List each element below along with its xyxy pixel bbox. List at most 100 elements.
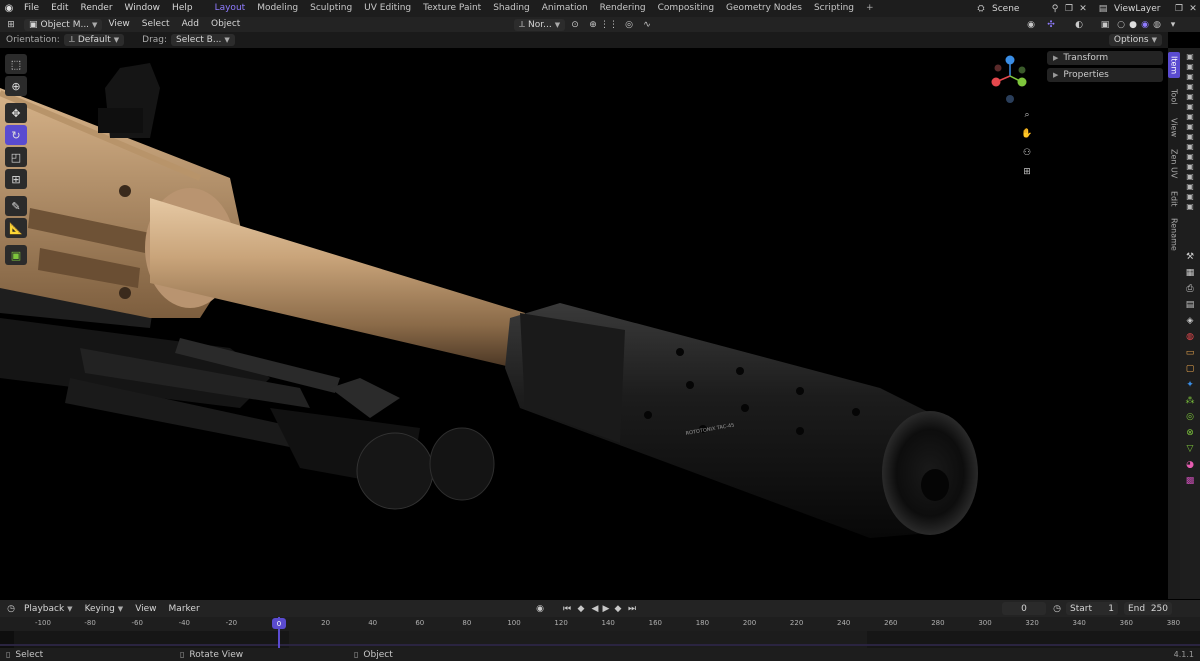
- menu-add[interactable]: Add: [176, 17, 205, 32]
- annotate-tool[interactable]: ✎: [5, 196, 27, 216]
- render-toggle-icon[interactable]: ▣: [1186, 72, 1194, 81]
- editor-type-icon[interactable]: ◷: [4, 602, 18, 616]
- gizmo-x-axis[interactable]: [991, 77, 1001, 87]
- snap-grid-icon[interactable]: ⋮⋮: [600, 18, 618, 32]
- render-toggle-icon[interactable]: ▣: [1186, 62, 1194, 71]
- jump-start-icon[interactable]: ⏮: [560, 602, 574, 616]
- menu-marker[interactable]: Marker: [163, 604, 206, 614]
- cursor-tool[interactable]: ⊕: [5, 76, 27, 96]
- navigation-gizmo[interactable]: [988, 54, 1032, 106]
- shading-render-icon[interactable]: ◍: [1150, 18, 1164, 32]
- pin-icon[interactable]: ⚲: [1048, 2, 1062, 16]
- menu-file[interactable]: File: [18, 0, 45, 17]
- shading-options-icon[interactable]: ▾: [1166, 18, 1180, 32]
- world-props-icon[interactable]: ◍: [1186, 332, 1194, 342]
- drag-dropdown[interactable]: Select B... ▼: [171, 34, 235, 46]
- menu-object[interactable]: Object: [205, 17, 246, 32]
- render-toggle-icon[interactable]: ▣: [1186, 112, 1194, 121]
- render-toggle-icon[interactable]: ▣: [1186, 202, 1194, 211]
- autokey-icon[interactable]: ◉: [533, 602, 547, 616]
- tab-item[interactable]: Item: [1168, 52, 1180, 78]
- render-toggle-icon[interactable]: ▣: [1186, 92, 1194, 101]
- tool-props-icon[interactable]: ⚒: [1186, 252, 1194, 262]
- snap-icon[interactable]: ⊕: [586, 18, 600, 32]
- render-toggle-icon[interactable]: ▣: [1186, 172, 1194, 181]
- menu-edit[interactable]: Edit: [45, 0, 74, 17]
- tab-animation[interactable]: Animation: [536, 0, 594, 17]
- render-toggle-icon[interactable]: ▣: [1186, 182, 1194, 191]
- render-toggle-icon[interactable]: ▣: [1186, 152, 1194, 161]
- visibility-icon[interactable]: ◉: [1024, 18, 1038, 32]
- options-dropdown[interactable]: Options ▼: [1108, 34, 1162, 46]
- tab-modeling[interactable]: Modeling: [251, 0, 304, 17]
- object-props-icon[interactable]: ▢: [1186, 364, 1195, 374]
- gizmo-z-axis[interactable]: [1005, 55, 1015, 65]
- tab-layout[interactable]: Layout: [209, 0, 252, 17]
- measure-tool[interactable]: 📐: [5, 218, 27, 238]
- constraint-props-icon[interactable]: ⊗: [1186, 428, 1194, 438]
- menu-window[interactable]: Window: [119, 0, 167, 17]
- jump-end-icon[interactable]: ⏭: [625, 602, 639, 616]
- tab-uv-editing[interactable]: UV Editing: [358, 0, 417, 17]
- tab-edit[interactable]: Edit: [1168, 188, 1180, 210]
- move-tool[interactable]: ✥: [5, 103, 27, 123]
- tab-rename[interactable]: Rename: [1168, 216, 1180, 252]
- next-key-icon[interactable]: ◆: [611, 602, 625, 616]
- collection-props-icon[interactable]: ▭: [1186, 348, 1195, 358]
- data-props-icon[interactable]: ▽: [1187, 444, 1194, 454]
- output-props-icon[interactable]: ⎙: [1186, 284, 1193, 294]
- render-toggle-icon[interactable]: ▣: [1186, 162, 1194, 171]
- tab-geometry-nodes[interactable]: Geometry Nodes: [720, 0, 808, 17]
- tab-shading[interactable]: Shading: [487, 0, 536, 17]
- menu-view[interactable]: View: [129, 604, 162, 614]
- render-toggle-icon[interactable]: ▣: [1186, 102, 1194, 111]
- pivot-icon[interactable]: ⊙: [568, 18, 582, 32]
- select-box-tool[interactable]: ⬚: [5, 54, 27, 74]
- render-props-icon[interactable]: ▦: [1186, 268, 1195, 278]
- tab-zen-uv[interactable]: Zen UV: [1168, 146, 1180, 182]
- view-layer-name[interactable]: ViewLayer: [1110, 4, 1172, 14]
- render-toggle-icon[interactable]: ▣: [1186, 132, 1194, 141]
- overlay-icon[interactable]: ◐: [1072, 18, 1086, 32]
- particles-props-icon[interactable]: ⁂: [1186, 396, 1195, 406]
- material-props-icon[interactable]: ◕: [1186, 460, 1194, 470]
- view-layer-props-icon[interactable]: ▤: [1186, 300, 1195, 310]
- menu-help[interactable]: Help: [166, 0, 199, 17]
- timeline-scrollbar[interactable]: [0, 644, 1200, 646]
- delete-layer-icon[interactable]: ✕: [1186, 2, 1200, 16]
- clock-icon[interactable]: ◷: [1050, 602, 1064, 616]
- new-scene-icon[interactable]: ❐: [1062, 2, 1076, 16]
- end-frame-field[interactable]: End 250: [1124, 602, 1172, 615]
- menu-view[interactable]: View: [102, 17, 135, 32]
- render-toggle-icon[interactable]: ▣: [1186, 192, 1194, 201]
- timeline-ruler[interactable]: -100 -80 -60 -40 -20 20 40 60 80 100 120 140 160 180 2…: [0, 617, 1200, 631]
- zoom-icon[interactable]: ⌕: [1020, 108, 1034, 122]
- current-frame-field[interactable]: 0: [1002, 602, 1046, 615]
- mode-dropdown[interactable]: ▣ Object M... ▼: [24, 18, 103, 31]
- tab-sculpting[interactable]: Sculpting: [304, 0, 358, 17]
- scale-tool[interactable]: ◰: [5, 147, 27, 167]
- add-cube-tool[interactable]: ▣: [5, 245, 27, 265]
- tab-tool[interactable]: Tool: [1168, 84, 1180, 110]
- blender-logo-icon[interactable]: ◉: [0, 0, 18, 17]
- perspective-grid-icon[interactable]: ⊞: [1020, 165, 1034, 179]
- render-toggle-icon[interactable]: ▣: [1186, 122, 1194, 131]
- view-layer-icon[interactable]: ▤: [1096, 2, 1110, 16]
- pan-hand-icon[interactable]: ✋: [1020, 127, 1034, 141]
- tab-rendering[interactable]: Rendering: [594, 0, 652, 17]
- gizmo-icon[interactable]: ✣: [1044, 18, 1058, 32]
- menu-playback[interactable]: Playback ▼: [18, 604, 79, 614]
- start-frame-field[interactable]: Start 1: [1066, 602, 1118, 615]
- render-toggle-icon[interactable]: ▣: [1186, 82, 1194, 91]
- scene-icon[interactable]: ⛭: [974, 2, 988, 16]
- falloff-icon[interactable]: ∿: [640, 18, 654, 32]
- physics-props-icon[interactable]: ◎: [1186, 412, 1194, 422]
- tab-view[interactable]: View: [1168, 114, 1180, 140]
- texture-props-icon[interactable]: ▩: [1186, 476, 1195, 486]
- properties-panel-header[interactable]: ▶ Properties: [1047, 68, 1163, 82]
- orientation-dropdown[interactable]: ⟂ Default ▼: [63, 34, 125, 46]
- menu-select[interactable]: Select: [136, 17, 176, 32]
- 3d-viewport[interactable]: ROTOTONIX TAC-45: [0, 48, 1168, 599]
- editor-type-icon[interactable]: ⊞: [4, 18, 18, 32]
- timeline-track[interactable]: [0, 631, 1200, 648]
